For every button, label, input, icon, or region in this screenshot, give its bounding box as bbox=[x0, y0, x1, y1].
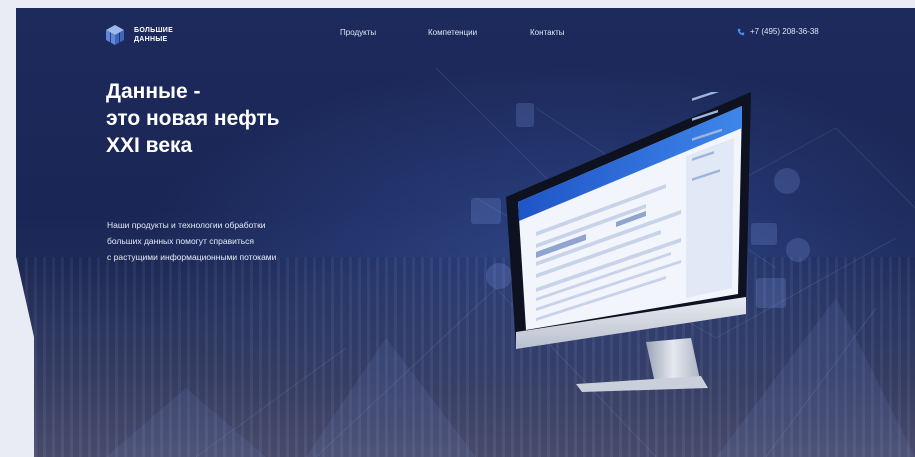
brand-logo[interactable]: БОЛЬШИЕ ДАННЫЕ bbox=[104, 24, 173, 46]
hero-section: БОЛЬШИЕ ДАННЫЕ Продукты Компетенции Конт… bbox=[16, 8, 915, 457]
nav-item-contacts[interactable]: Контакты bbox=[530, 28, 565, 37]
phone-number: +7 (495) 208-36-38 bbox=[750, 27, 819, 36]
hero-title-line: XXI века bbox=[106, 134, 193, 157]
monitor-illustration bbox=[506, 92, 751, 392]
phone-icon bbox=[737, 28, 745, 35]
brand-line-1: БОЛЬШИЕ bbox=[134, 27, 174, 34]
hero-subtitle: Наши продукты и технологии обработки бол… bbox=[107, 217, 276, 265]
hero-subtitle-line: больших данных помогут справиться bbox=[107, 236, 255, 246]
hero-title: Данные - это новая нефть XXI века bbox=[106, 78, 280, 159]
brand-name: БОЛЬШИЕ ДАННЫЕ bbox=[134, 26, 173, 44]
hero-title-line: это новая нефть bbox=[106, 107, 280, 130]
hero-title-line: Данные - bbox=[106, 80, 201, 103]
hero-subtitle-line: Наши продукты и технологии обработки bbox=[107, 220, 266, 230]
cube-logo-icon bbox=[106, 25, 124, 45]
nav-item-competencies[interactable]: Компетенции bbox=[428, 28, 477, 37]
phone-link[interactable]: +7 (495) 208-36-38 bbox=[737, 27, 819, 36]
hero-subtitle-line: с растущими информационными потоками bbox=[107, 252, 277, 262]
nav-item-products[interactable]: Продукты bbox=[340, 28, 376, 37]
brand-line-2: ДАННЫЕ bbox=[134, 36, 168, 43]
